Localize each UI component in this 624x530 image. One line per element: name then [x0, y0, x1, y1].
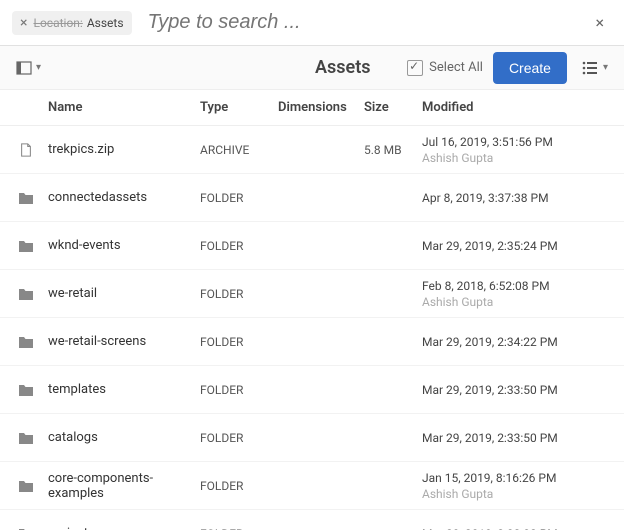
list-view-icon: [581, 59, 599, 77]
close-icon[interactable]: ×: [20, 15, 27, 31]
asset-modified: Mar 29, 2019, 2:33:50 PM: [422, 431, 612, 445]
asset-type: FOLDER: [200, 191, 278, 205]
asset-type: FOLDER: [200, 239, 278, 253]
asset-name: core-components-examples: [40, 471, 200, 501]
column-size[interactable]: Size: [364, 100, 422, 115]
asset-type: FOLDER: [200, 383, 278, 397]
column-name[interactable]: Name: [40, 100, 200, 115]
folder-icon: [12, 335, 40, 349]
asset-name: wknd-events: [40, 238, 200, 253]
columns-header: Name Type Dimensions Size Modified: [0, 90, 624, 126]
chevron-down-icon: ▾: [603, 62, 608, 73]
asset-name: we-retail-screens: [40, 334, 200, 349]
table-row[interactable]: we-retailFOLDER Feb 8, 2018, 6:52:08 PMAs…: [0, 270, 624, 318]
table-row[interactable]: wknd-eventsFOLDER Mar 29, 2019, 2:35:24 P…: [0, 222, 624, 270]
view-switcher[interactable]: ▾: [577, 55, 612, 81]
asset-name: trekpics.zip: [40, 142, 200, 157]
asset-modified: Jul 16, 2019, 3:51:56 PMAshish Gupta: [422, 135, 612, 165]
select-all-button[interactable]: Select All: [407, 60, 483, 76]
create-button[interactable]: Create: [493, 52, 567, 84]
table-row[interactable]: we-retail-screensFOLDER Mar 29, 2019, 2:3…: [0, 318, 624, 366]
file-icon: [12, 143, 40, 157]
asset-size: 5.8 MB: [364, 143, 422, 157]
folder-icon: [12, 383, 40, 397]
search-input[interactable]: [144, 7, 588, 38]
folder-icon: [12, 191, 40, 205]
tag-value: Assets: [87, 16, 124, 30]
asset-name: templates: [40, 382, 200, 397]
asset-type: FOLDER: [200, 287, 278, 301]
location-tag[interactable]: × Location: Assets: [12, 11, 132, 35]
table-row[interactable]: connectedassetsFOLDER Apr 8, 2019, 3:37:3…: [0, 174, 624, 222]
asset-modified: Mar 29, 2019, 2:33:50 PM: [422, 383, 612, 397]
chevron-down-icon: ▾: [36, 62, 41, 73]
select-all-label: Select All: [429, 60, 483, 75]
rail-icon: [16, 60, 32, 76]
asset-type: FOLDER: [200, 527, 278, 530]
folder-icon: [12, 479, 40, 493]
asset-name: projects: [40, 526, 200, 530]
asset-type: FOLDER: [200, 431, 278, 445]
asset-modified: Apr 8, 2019, 3:37:38 PM: [422, 191, 612, 205]
rail-toggle[interactable]: ▾: [12, 56, 45, 80]
table-row[interactable]: trekpics.zipARCHIVE 5.8 MBJul 16, 2019, 3…: [0, 126, 624, 174]
asset-type: FOLDER: [200, 335, 278, 349]
table-row[interactable]: core-components-examplesFOLDER Jan 15, 20…: [0, 462, 624, 510]
close-search-icon[interactable]: ×: [587, 9, 612, 36]
checkbox-icon: [407, 60, 423, 76]
folder-icon: [12, 239, 40, 253]
page-title: Assets: [315, 57, 371, 78]
asset-name: catalogs: [40, 430, 200, 445]
asset-list: trekpics.zipARCHIVE 5.8 MBJul 16, 2019, 3…: [0, 126, 624, 530]
tag-label: Location:: [33, 16, 82, 30]
asset-name: we-retail: [40, 286, 200, 301]
table-row[interactable]: templatesFOLDER Mar 29, 2019, 2:33:50 PM: [0, 366, 624, 414]
asset-type: ARCHIVE: [200, 143, 278, 157]
column-modified[interactable]: Modified: [422, 100, 612, 115]
asset-modified: Mar 29, 2019, 2:32:32 PM: [422, 527, 612, 530]
folder-icon: [12, 431, 40, 445]
search-bar: × Location: Assets ×: [0, 0, 624, 46]
column-dimensions[interactable]: Dimensions: [278, 100, 364, 115]
asset-type: FOLDER: [200, 479, 278, 493]
asset-modified: Mar 29, 2019, 2:34:22 PM: [422, 335, 612, 349]
column-type[interactable]: Type: [200, 100, 278, 115]
folder-icon: [12, 287, 40, 301]
table-row[interactable]: projectsFOLDER Mar 29, 2019, 2:32:32 PM: [0, 510, 624, 530]
asset-modified: Feb 8, 2018, 6:52:08 PMAshish Gupta: [422, 279, 612, 309]
toolbar: ▾ Assets Select All Create ▾: [0, 46, 624, 90]
folder-icon: [12, 527, 40, 530]
asset-modified: Jan 15, 2019, 8:16:26 PMAshish Gupta: [422, 471, 612, 501]
table-row[interactable]: catalogsFOLDER Mar 29, 2019, 2:33:50 PM: [0, 414, 624, 462]
asset-name: connectedassets: [40, 190, 200, 205]
asset-modified: Mar 29, 2019, 2:35:24 PM: [422, 239, 612, 253]
